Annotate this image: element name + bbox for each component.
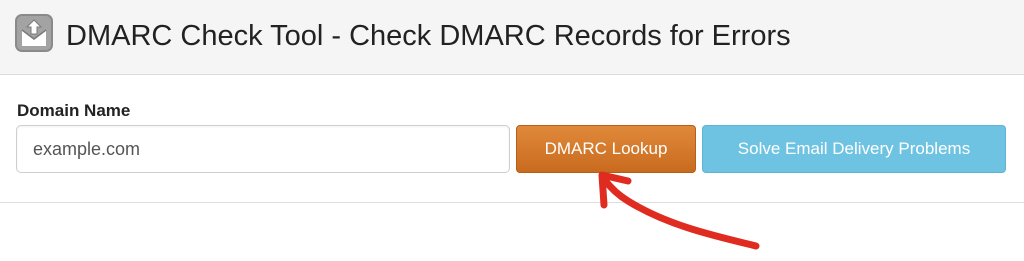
domain-name-label: Domain Name bbox=[17, 101, 131, 120]
lookup-form: Domain Name DMARC Lookup Solve Email Del… bbox=[0, 75, 1024, 203]
page: DMARC Check Tool - Check DMARC Records f… bbox=[0, 0, 1024, 261]
page-header: DMARC Check Tool - Check DMARC Records f… bbox=[0, 0, 1024, 75]
domain-name-input[interactable] bbox=[16, 125, 510, 173]
mail-upload-icon bbox=[15, 14, 53, 52]
red-arrow-icon bbox=[598, 171, 760, 250]
page-title: DMARC Check Tool - Check DMARC Records f… bbox=[66, 20, 791, 52]
